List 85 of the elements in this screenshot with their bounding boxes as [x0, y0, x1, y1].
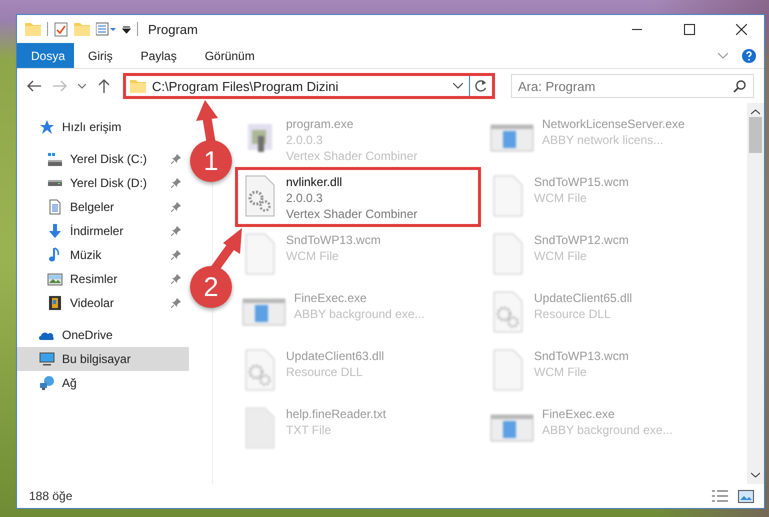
file-name: help.fineReader.txt: [286, 406, 386, 422]
scrollbar[interactable]: [747, 103, 764, 484]
picture-icon: [47, 271, 63, 287]
file-detail: TXT File: [286, 422, 332, 438]
file-name: nvlinker.dll: [286, 174, 344, 190]
file-name: NetworkLicenseServer.exe: [542, 116, 685, 132]
nav-item[interactable]: İndirmeler: [17, 219, 189, 243]
file-name: FineExec.exe: [542, 406, 616, 422]
expand-ribbon-icon[interactable]: [718, 52, 728, 58]
close-icon: [736, 24, 746, 34]
file-name: SndToWP12.wcm: [534, 232, 629, 248]
scrollbar-thumb[interactable]: [749, 117, 762, 153]
nav-item[interactable]: Videolar: [17, 291, 189, 315]
scroll-up-icon[interactable]: [751, 109, 760, 115]
cloud-icon: [39, 330, 55, 340]
search-icon[interactable]: [733, 80, 746, 93]
item-count: 188 öğe: [29, 489, 74, 503]
nav-item[interactable]: Yerel Disk (D:): [17, 171, 189, 195]
file-detail: ABBY background exe...: [542, 422, 673, 438]
minimize-icon: [632, 28, 642, 30]
checklist-icon[interactable]: [54, 22, 68, 36]
maximize-icon: [684, 24, 694, 34]
dropdown-icon[interactable]: [122, 24, 131, 34]
file-name: UpdateClient65.dll: [534, 290, 632, 306]
nav-item[interactable]: Ağ: [17, 371, 189, 395]
file-detail: WCM File: [534, 364, 588, 380]
search-field[interactable]: Ara: Program: [511, 74, 754, 98]
drive-icon: [47, 180, 63, 186]
nav-item[interactable]: Müzik: [17, 243, 189, 267]
film-icon: [47, 295, 63, 311]
nav-item[interactable]: Belgeler: [17, 195, 189, 219]
file-detail: ABBY network licens...: [542, 132, 664, 148]
file-detail: 2.0.0.3: [286, 132, 324, 148]
file-detail: Resource DLL: [286, 364, 364, 380]
file-item[interactable]: nvlinker.dll 2.0.0.3 Vertex Shader Combiner: [235, 167, 481, 227]
pin-icon: [171, 202, 181, 212]
help-icon[interactable]: [742, 48, 756, 62]
properties-icon[interactable]: [96, 22, 116, 36]
back-arrow-icon: [27, 80, 41, 92]
document-icon: [47, 199, 63, 215]
file-detail: 2.0.0.3: [286, 190, 324, 206]
up-arrow-icon: [98, 79, 110, 93]
scroll-down-icon[interactable]: [751, 472, 760, 478]
file-detail: WCM File: [286, 248, 340, 264]
file-detail: ABBY background exe...: [294, 306, 425, 322]
nav-item[interactable]: Yerel Disk (C:): [17, 147, 189, 171]
window-title: Program: [148, 22, 198, 36]
pin-icon: [171, 298, 181, 308]
file-detail: Vertex Shader Combiner: [286, 206, 418, 222]
forward-arrow-icon: [53, 80, 67, 92]
folder-icon: [25, 22, 41, 36]
file-name: FineExec.exe: [294, 290, 368, 306]
arrow: [196, 100, 218, 143]
drive-icon: [47, 152, 63, 166]
refresh-icon[interactable]: [474, 79, 488, 93]
file-detail: Vertex Shader Combiner: [286, 148, 418, 164]
file-name: SndToWP13.wcm: [534, 348, 629, 364]
download-icon: [47, 223, 63, 239]
file-tab[interactable]: Dosya: [17, 43, 74, 68]
details-view-icon[interactable]: [712, 490, 728, 502]
computer-icon: [39, 351, 55, 367]
file-detail: WCM File: [534, 190, 588, 206]
nav-item[interactable]: Resimler: [17, 267, 189, 291]
network-icon: [39, 375, 55, 391]
nav-item[interactable]: Bu bilgisayar: [17, 347, 189, 371]
pin-icon: [171, 178, 181, 188]
large-icons-view-icon[interactable]: [738, 490, 754, 502]
file-detail: WCM File: [534, 248, 588, 264]
pin-icon: [171, 154, 181, 164]
folder-icon: [130, 79, 146, 93]
address-field[interactable]: C:\Program Files\Program Dizini: [123, 73, 495, 99]
pin-icon: [171, 250, 181, 260]
new-folder-icon: [74, 22, 90, 36]
file-name: SndToWP15.wcm: [534, 174, 629, 190]
file-detail: Resource DLL: [534, 306, 612, 322]
nav-item[interactable]: Hızlı erişim: [17, 115, 189, 139]
pin-icon: [171, 226, 181, 236]
caret-icon: [78, 84, 86, 88]
nav-item[interactable]: OneDrive: [17, 323, 189, 347]
pin-icon: [171, 274, 181, 284]
file-name: UpdateClient63.dll: [286, 348, 384, 364]
star-icon: [39, 119, 55, 135]
file-name: program.exe: [286, 116, 354, 132]
file-name: SndToWP13.wcm: [286, 232, 381, 248]
caret-icon[interactable]: [453, 83, 463, 89]
